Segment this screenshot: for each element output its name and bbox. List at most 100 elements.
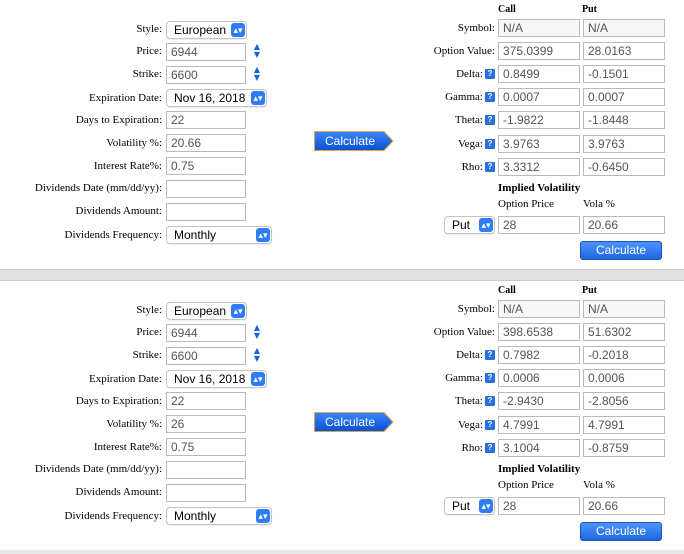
calculate-button[interactable]: Calculate (314, 131, 396, 151)
price-label: Price: (136, 45, 162, 57)
vega-call: 3.9763 (498, 135, 580, 153)
div-amount-input[interactable] (166, 203, 246, 221)
calculate-button[interactable]: Calculate (314, 412, 396, 432)
price-label: Price: (136, 326, 162, 338)
div-freq-select[interactable]: Monthly ▴▾ (166, 226, 272, 244)
div-freq-value: Monthly (174, 509, 217, 523)
strike-input[interactable]: 6600 (166, 66, 246, 84)
theta-call: -1.9822 (498, 111, 580, 129)
volatility-input[interactable]: 26 (166, 415, 246, 433)
chevron-updown-icon: ▴▾ (256, 228, 270, 242)
price-input[interactable]: 6944 (166, 324, 246, 342)
symbol-call: N/A (498, 19, 580, 37)
help-icon[interactable]: ? (485, 92, 495, 103)
theta-label: Theta:? (455, 112, 495, 128)
div-date-label: Dividends Date (mm/dd/yy): (34, 182, 162, 194)
help-icon[interactable]: ? (485, 443, 495, 454)
iv-option-price-input[interactable]: 28 (498, 497, 580, 515)
option-price-label: Option Price (498, 479, 554, 491)
symbol-call: N/A (498, 300, 580, 318)
div-date-input[interactable] (166, 461, 246, 479)
volatility-label: Volatility %: (106, 418, 162, 430)
iv-type-select[interactable]: Put ▴▾ (444, 497, 495, 515)
symbol-label: Symbol: (457, 303, 495, 315)
delta-put: -0.2018 (583, 346, 665, 364)
help-icon[interactable]: ? (485, 420, 495, 431)
days-input[interactable]: 22 (166, 392, 246, 410)
option-value-call: 398.6538 (498, 323, 580, 341)
strike-stepper-icon[interactable]: ▲ ▼ (251, 347, 263, 365)
gamma-text: Gamma: (445, 91, 483, 103)
gamma-text: Gamma: (445, 372, 483, 384)
chevron-updown-icon: ▴▾ (479, 218, 493, 232)
chevron-updown-icon: ▴▾ (251, 372, 265, 386)
strike-input[interactable]: 6600 (166, 347, 246, 365)
help-icon[interactable]: ? (485, 396, 495, 407)
expiration-select[interactable]: Nov 16, 2018 ▴▾ (166, 370, 267, 388)
theta-label: Theta:? (455, 393, 495, 409)
theta-call: -2.9430 (498, 392, 580, 410)
put-header: Put (582, 4, 597, 15)
price-stepper-icon[interactable]: ▲ ▼ (251, 324, 263, 342)
iv-type-value: Put (452, 218, 471, 232)
rho-text: Rho: (461, 161, 483, 173)
iv-calculate-button[interactable]: Calculate (580, 241, 662, 260)
volatility-input[interactable]: 20.66 (166, 134, 246, 152)
vega-put: 4.7991 (583, 416, 665, 434)
div-freq-select[interactable]: Monthly ▴▾ (166, 507, 272, 525)
symbol-label: Symbol: (457, 22, 495, 34)
call-header: Call (498, 285, 516, 296)
iv-vola-output: 20.66 (583, 497, 665, 515)
delta-text: Delta: (456, 349, 483, 361)
days-label: Days to Expiration: (75, 114, 162, 126)
expiration-label: Expiration Date: (88, 92, 162, 104)
vega-text: Vega: (457, 419, 483, 431)
rho-put: -0.6450 (583, 158, 665, 176)
delta-label: Delta:? (456, 347, 495, 363)
vega-label: Vega:? (458, 136, 495, 152)
div-freq-label: Dividends Frequency: (64, 510, 162, 522)
delta-put: -0.1501 (583, 65, 665, 83)
help-icon[interactable]: ? (485, 350, 495, 361)
iv-type-value: Put (452, 499, 471, 513)
strike-label: Strike: (132, 68, 162, 80)
iv-type-select[interactable]: Put ▴▾ (444, 216, 495, 234)
expiration-select[interactable]: Nov 16, 2018 ▴▾ (166, 89, 267, 107)
interest-input[interactable]: 0.75 (166, 438, 246, 456)
help-icon[interactable]: ? (485, 162, 495, 173)
iv-vola-output: 20.66 (583, 216, 665, 234)
call-header: Call (498, 4, 516, 15)
vega-label: Vega:? (458, 417, 495, 433)
calculator-panel-2: Style: Price: Strike: Expiration Date: D… (0, 281, 684, 550)
interest-input[interactable]: 0.75 (166, 157, 246, 175)
rho-text: Rho: (461, 442, 483, 454)
chevron-updown-icon: ▴▾ (231, 23, 245, 37)
help-icon[interactable]: ? (485, 115, 495, 126)
delta-call: 0.7982 (498, 346, 580, 364)
theta-text: Theta: (454, 395, 483, 407)
style-select[interactable]: European ▴▾ (166, 302, 247, 320)
vega-text: Vega: (457, 138, 483, 150)
days-label: Days to Expiration: (75, 395, 162, 407)
delta-label: Delta:? (456, 66, 495, 82)
option-value-label: Option Value: (433, 326, 495, 338)
chevron-updown-icon: ▴▾ (479, 499, 493, 513)
strike-stepper-icon[interactable]: ▲ ▼ (251, 66, 263, 84)
price-stepper-icon[interactable]: ▲ ▼ (251, 43, 263, 61)
help-icon[interactable]: ? (485, 373, 495, 384)
iv-calculate-button[interactable]: Calculate (580, 522, 662, 541)
price-input[interactable]: 6944 (166, 43, 246, 61)
iv-option-price-input[interactable]: 28 (498, 216, 580, 234)
div-amount-input[interactable] (166, 484, 246, 502)
help-icon[interactable]: ? (485, 69, 495, 80)
delta-text: Delta: (456, 68, 483, 80)
style-select[interactable]: European ▴▾ (166, 21, 247, 39)
rho-call: 3.1004 (498, 439, 580, 457)
help-icon[interactable]: ? (485, 139, 495, 150)
vega-put: 3.9763 (583, 135, 665, 153)
put-header: Put (582, 285, 597, 296)
div-date-input[interactable] (166, 180, 246, 198)
days-input[interactable]: 22 (166, 111, 246, 129)
vola-pct-label: Vola % (583, 479, 615, 491)
expiration-label: Expiration Date: (88, 373, 162, 385)
